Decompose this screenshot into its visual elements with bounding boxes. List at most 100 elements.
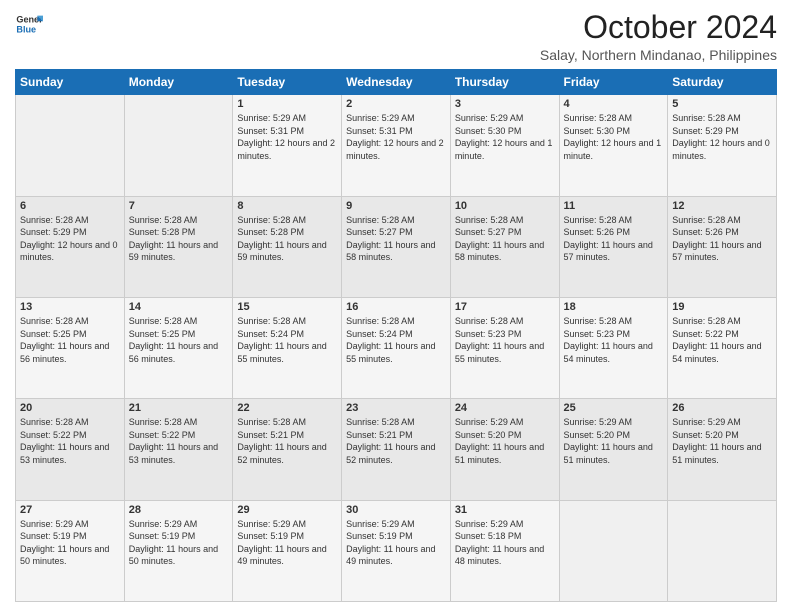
day-number: 26	[672, 402, 772, 414]
day-number: 13	[20, 301, 120, 313]
table-row: 3 Sunrise: 5:29 AMSunset: 5:30 PMDayligh…	[450, 95, 559, 196]
day-number: 7	[129, 200, 229, 212]
table-row: 15 Sunrise: 5:28 AMSunset: 5:24 PMDaylig…	[233, 297, 342, 398]
day-number: 5	[672, 98, 772, 110]
day-number: 20	[20, 402, 120, 414]
day-info: Sunrise: 5:28 AMSunset: 5:26 PMDaylight:…	[564, 214, 664, 264]
day-number: 3	[455, 98, 555, 110]
day-number: 6	[20, 200, 120, 212]
logo-icon: General Blue	[15, 10, 43, 38]
day-number: 24	[455, 402, 555, 414]
day-info: Sunrise: 5:28 AMSunset: 5:30 PMDaylight:…	[564, 112, 664, 162]
day-info: Sunrise: 5:28 AMSunset: 5:28 PMDaylight:…	[129, 214, 229, 264]
day-number: 12	[672, 200, 772, 212]
table-row: 7 Sunrise: 5:28 AMSunset: 5:28 PMDayligh…	[124, 196, 233, 297]
day-info: Sunrise: 5:29 AMSunset: 5:31 PMDaylight:…	[346, 112, 446, 162]
day-number: 18	[564, 301, 664, 313]
table-row: 30 Sunrise: 5:29 AMSunset: 5:19 PMDaylig…	[342, 500, 451, 601]
day-info: Sunrise: 5:29 AMSunset: 5:31 PMDaylight:…	[237, 112, 337, 162]
table-row: 19 Sunrise: 5:28 AMSunset: 5:22 PMDaylig…	[668, 297, 777, 398]
table-row: 28 Sunrise: 5:29 AMSunset: 5:19 PMDaylig…	[124, 500, 233, 601]
table-row	[559, 500, 668, 601]
day-info: Sunrise: 5:28 AMSunset: 5:22 PMDaylight:…	[129, 416, 229, 466]
table-row: 27 Sunrise: 5:29 AMSunset: 5:19 PMDaylig…	[16, 500, 125, 601]
day-info: Sunrise: 5:28 AMSunset: 5:23 PMDaylight:…	[455, 315, 555, 365]
day-number: 10	[455, 200, 555, 212]
month-title: October 2024	[540, 10, 777, 45]
day-number: 17	[455, 301, 555, 313]
table-row: 5 Sunrise: 5:28 AMSunset: 5:29 PMDayligh…	[668, 95, 777, 196]
day-info: Sunrise: 5:28 AMSunset: 5:29 PMDaylight:…	[20, 214, 120, 264]
table-row: 31 Sunrise: 5:29 AMSunset: 5:18 PMDaylig…	[450, 500, 559, 601]
table-row: 9 Sunrise: 5:28 AMSunset: 5:27 PMDayligh…	[342, 196, 451, 297]
table-row: 14 Sunrise: 5:28 AMSunset: 5:25 PMDaylig…	[124, 297, 233, 398]
day-info: Sunrise: 5:29 AMSunset: 5:19 PMDaylight:…	[237, 518, 337, 568]
day-info: Sunrise: 5:28 AMSunset: 5:24 PMDaylight:…	[346, 315, 446, 365]
table-row: 4 Sunrise: 5:28 AMSunset: 5:30 PMDayligh…	[559, 95, 668, 196]
table-row	[16, 95, 125, 196]
page-header: General Blue October 2024 Salay, Norther…	[15, 10, 777, 63]
day-info: Sunrise: 5:29 AMSunset: 5:20 PMDaylight:…	[672, 416, 772, 466]
calendar-table: Sunday Monday Tuesday Wednesday Thursday…	[15, 69, 777, 602]
day-number: 30	[346, 504, 446, 516]
table-row: 23 Sunrise: 5:28 AMSunset: 5:21 PMDaylig…	[342, 399, 451, 500]
table-row	[668, 500, 777, 601]
day-info: Sunrise: 5:28 AMSunset: 5:22 PMDaylight:…	[20, 416, 120, 466]
day-number: 11	[564, 200, 664, 212]
logo: General Blue	[15, 10, 43, 38]
day-info: Sunrise: 5:28 AMSunset: 5:22 PMDaylight:…	[672, 315, 772, 365]
location-title: Salay, Northern Mindanao, Philippines	[540, 47, 777, 63]
day-info: Sunrise: 5:28 AMSunset: 5:23 PMDaylight:…	[564, 315, 664, 365]
day-info: Sunrise: 5:28 AMSunset: 5:25 PMDaylight:…	[129, 315, 229, 365]
table-row: 11 Sunrise: 5:28 AMSunset: 5:26 PMDaylig…	[559, 196, 668, 297]
day-info: Sunrise: 5:29 AMSunset: 5:19 PMDaylight:…	[346, 518, 446, 568]
table-row: 24 Sunrise: 5:29 AMSunset: 5:20 PMDaylig…	[450, 399, 559, 500]
day-number: 9	[346, 200, 446, 212]
day-info: Sunrise: 5:28 AMSunset: 5:24 PMDaylight:…	[237, 315, 337, 365]
table-row: 6 Sunrise: 5:28 AMSunset: 5:29 PMDayligh…	[16, 196, 125, 297]
day-info: Sunrise: 5:29 AMSunset: 5:19 PMDaylight:…	[129, 518, 229, 568]
header-friday: Friday	[559, 70, 668, 95]
day-info: Sunrise: 5:29 AMSunset: 5:18 PMDaylight:…	[455, 518, 555, 568]
header-wednesday: Wednesday	[342, 70, 451, 95]
header-saturday: Saturday	[668, 70, 777, 95]
table-row: 18 Sunrise: 5:28 AMSunset: 5:23 PMDaylig…	[559, 297, 668, 398]
day-number: 2	[346, 98, 446, 110]
day-info: Sunrise: 5:29 AMSunset: 5:30 PMDaylight:…	[455, 112, 555, 162]
day-info: Sunrise: 5:28 AMSunset: 5:21 PMDaylight:…	[346, 416, 446, 466]
day-info: Sunrise: 5:29 AMSunset: 5:20 PMDaylight:…	[455, 416, 555, 466]
day-number: 19	[672, 301, 772, 313]
day-number: 23	[346, 402, 446, 414]
table-row: 2 Sunrise: 5:29 AMSunset: 5:31 PMDayligh…	[342, 95, 451, 196]
day-number: 27	[20, 504, 120, 516]
table-row: 17 Sunrise: 5:28 AMSunset: 5:23 PMDaylig…	[450, 297, 559, 398]
header-sunday: Sunday	[16, 70, 125, 95]
day-number: 4	[564, 98, 664, 110]
table-row: 26 Sunrise: 5:29 AMSunset: 5:20 PMDaylig…	[668, 399, 777, 500]
day-number: 28	[129, 504, 229, 516]
table-row: 21 Sunrise: 5:28 AMSunset: 5:22 PMDaylig…	[124, 399, 233, 500]
table-row: 25 Sunrise: 5:29 AMSunset: 5:20 PMDaylig…	[559, 399, 668, 500]
table-row: 13 Sunrise: 5:28 AMSunset: 5:25 PMDaylig…	[16, 297, 125, 398]
table-row: 1 Sunrise: 5:29 AMSunset: 5:31 PMDayligh…	[233, 95, 342, 196]
day-info: Sunrise: 5:28 AMSunset: 5:21 PMDaylight:…	[237, 416, 337, 466]
header-thursday: Thursday	[450, 70, 559, 95]
calendar-header-row: Sunday Monday Tuesday Wednesday Thursday…	[16, 70, 777, 95]
day-info: Sunrise: 5:29 AMSunset: 5:19 PMDaylight:…	[20, 518, 120, 568]
day-number: 15	[237, 301, 337, 313]
table-row	[124, 95, 233, 196]
table-row: 22 Sunrise: 5:28 AMSunset: 5:21 PMDaylig…	[233, 399, 342, 500]
table-row: 20 Sunrise: 5:28 AMSunset: 5:22 PMDaylig…	[16, 399, 125, 500]
table-row: 29 Sunrise: 5:29 AMSunset: 5:19 PMDaylig…	[233, 500, 342, 601]
day-number: 16	[346, 301, 446, 313]
day-number: 8	[237, 200, 337, 212]
day-info: Sunrise: 5:28 AMSunset: 5:27 PMDaylight:…	[346, 214, 446, 264]
day-number: 25	[564, 402, 664, 414]
day-info: Sunrise: 5:28 AMSunset: 5:28 PMDaylight:…	[237, 214, 337, 264]
table-row: 12 Sunrise: 5:28 AMSunset: 5:26 PMDaylig…	[668, 196, 777, 297]
header-tuesday: Tuesday	[233, 70, 342, 95]
day-number: 29	[237, 504, 337, 516]
header-monday: Monday	[124, 70, 233, 95]
day-info: Sunrise: 5:28 AMSunset: 5:29 PMDaylight:…	[672, 112, 772, 162]
day-info: Sunrise: 5:29 AMSunset: 5:20 PMDaylight:…	[564, 416, 664, 466]
